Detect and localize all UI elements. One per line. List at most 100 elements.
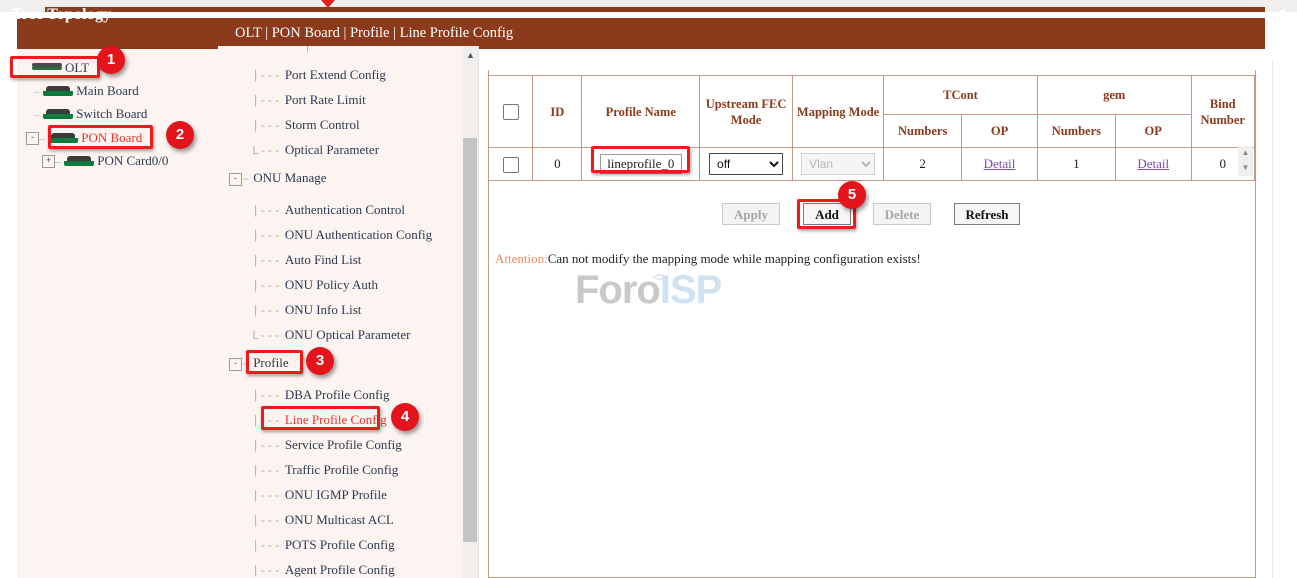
row-gem-op-cell: Detail — [1115, 148, 1191, 181]
nav-expander-minus-icon[interactable]: - — [229, 358, 242, 371]
refresh-button[interactable]: Refresh — [954, 203, 1020, 225]
navigation-panel: | |---Port Extend Config |---Port Rate L… — [218, 46, 478, 578]
annotation-box-profile — [246, 350, 303, 374]
table-header-row-top: ID Profile Name Upstream FEC Mode Mappin… — [489, 76, 1255, 115]
row-tcont-numbers: 2 — [884, 148, 962, 181]
attention-text: Can not modify the mapping mode while ma… — [548, 251, 921, 266]
nav-item-label: POTS Profile Config — [285, 537, 395, 552]
row-scroll-down-arrow-icon[interactable]: ▼ — [1238, 161, 1253, 176]
tree-branch-dash: – — [39, 131, 45, 146]
nav-expander-minus-icon[interactable]: - — [229, 173, 242, 186]
tcont-numbers-header: Numbers — [884, 115, 962, 148]
tree-node-label: Switch Board — [76, 106, 147, 121]
nav-branch-tick: |--- — [252, 514, 281, 528]
nav-item-dba-profile-config[interactable]: |--- DBA Profile Config — [252, 387, 390, 403]
nav-item-port-rate-limit[interactable]: |---Port Rate Limit — [252, 92, 366, 108]
watermark-part-2: ISP — [660, 268, 721, 312]
nav-group-onu-manage[interactable]: -–ONU Manage — [229, 170, 327, 186]
tree-branch-dash: – — [34, 107, 40, 122]
bind-number-header: Bind Number — [1191, 76, 1254, 148]
nav-branch-tick: |--- — [252, 389, 281, 403]
nav-item-onu-optical-parameter[interactable]: L--- ONU Optical Parameter — [252, 327, 410, 343]
collapse-left-arrow-icon[interactable] — [1273, 8, 1285, 24]
attention-message: Attention:Can not modify the mapping mod… — [495, 251, 921, 267]
tree-expander-minus-icon[interactable]: - — [26, 132, 39, 145]
nav-item-label: ONU Manage — [253, 170, 326, 185]
nav-item-pots-profile-config[interactable]: |--- POTS Profile Config — [252, 537, 395, 553]
nav-item-onu-igmp-profile[interactable]: |---ONU IGMP Profile — [252, 487, 387, 503]
nav-scrollbar-thumb[interactable] — [463, 138, 477, 542]
nav-branch-tick: |--- — [252, 539, 281, 553]
annotation-box-line-profile-config — [261, 406, 380, 430]
nav-item-label: ONU Optical Parameter — [285, 327, 411, 342]
nav-panel-divider — [478, 46, 479, 578]
foroisp-watermark: ForoISP — [575, 268, 721, 313]
id-header: ID — [533, 76, 582, 148]
tree-branch-dash: – — [34, 84, 40, 99]
row-checkbox[interactable] — [503, 157, 519, 173]
row-gem-numbers: 1 — [1037, 148, 1115, 181]
nav-item-onu-multicast-acl[interactable]: |--- ONU Multicast ACL — [252, 512, 394, 528]
nav-item-label: ONU Multicast ACL — [285, 512, 394, 527]
board-device-icon — [43, 86, 73, 97]
nav-item-label: Optical Parameter — [285, 142, 379, 157]
nav-branch-tick: |--- — [252, 94, 281, 108]
nav-item-onu-policy-auth[interactable]: |--- ONU Policy Auth — [252, 277, 378, 293]
nav-item-label: ONU Info List — [285, 302, 362, 317]
nav-item-auto-find-list[interactable]: |---Auto Find List — [252, 252, 361, 268]
nav-item-port-extend-config[interactable]: |---Port Extend Config — [252, 67, 386, 83]
nav-item-traffic-profile-config[interactable]: |---Traffic Profile Config — [252, 462, 398, 478]
attention-prefix: Attention: — [495, 251, 548, 266]
tcont-op-header: OP — [962, 115, 1038, 148]
nav-branch-tick: |--- — [252, 304, 281, 318]
mapping-mode-header: Mapping Mode — [793, 76, 884, 148]
nav-item-optical-parameter[interactable]: L---Optical Parameter — [252, 142, 379, 158]
nav-item-label: Auto Find List — [285, 252, 362, 267]
upstream-fec-mode-select[interactable]: off — [709, 153, 783, 175]
tree-branch-dash: – — [55, 154, 61, 169]
content-right-rule — [1272, 60, 1273, 578]
nav-branch-tick: L--- — [252, 329, 281, 343]
nav-branch-tick: |--- — [252, 279, 281, 293]
profile-name-header: Profile Name — [582, 76, 700, 148]
nav-item-label: DBA Profile Config — [285, 387, 390, 402]
annotation-badge-4: 4 — [391, 403, 419, 431]
nav-item-authentication-control[interactable]: |---Authentication Control — [252, 202, 405, 218]
nav-branch-tick: |--- — [252, 564, 281, 578]
tree-topology-panel — [17, 18, 218, 578]
select-all-checkbox-header — [489, 76, 533, 148]
tree-node-pon-card00[interactable]: +– PON Card0/0 — [42, 152, 168, 169]
tcont-header: TCont — [884, 76, 1038, 115]
nav-branch-tick: |--- — [252, 439, 281, 453]
tcont-detail-link[interactable]: Detail — [984, 156, 1016, 171]
table-row-scrollbar[interactable]: ▲ ▼ — [1238, 146, 1253, 176]
row-scroll-up-arrow-icon[interactable]: ▲ — [1238, 146, 1253, 161]
row-id: 0 — [533, 148, 582, 181]
nav-branch-tick: |--- — [252, 119, 281, 133]
tree-node-switch-board[interactable]: – Switch Board — [34, 105, 147, 122]
nav-item-storm-control[interactable]: |---Storm Control — [252, 117, 360, 133]
gem-detail-link[interactable]: Detail — [1137, 156, 1169, 171]
delete-button: Delete — [873, 203, 931, 225]
nav-branch-tick: |--- — [252, 204, 281, 218]
apply-button: Apply — [722, 203, 780, 225]
nav-item-service-profile-config[interactable]: |--- Service Profile Config — [252, 437, 402, 453]
mapping-mode-select: Vlan — [801, 153, 875, 175]
nav-item-label: ONU Policy Auth — [285, 277, 378, 292]
nav-item-onu-authentication-config[interactable]: |---ONU Authentication Config — [252, 227, 432, 243]
down-triangle-marker-icon — [321, 0, 335, 8]
gem-numbers-header: Numbers — [1037, 115, 1115, 148]
nav-item-onu-info-list[interactable]: |--- ONU Info List — [252, 302, 361, 318]
nav-item-agent-profile-config[interactable]: |---Agent Profile Config — [252, 562, 395, 578]
select-all-checkbox[interactable] — [503, 104, 519, 120]
tree-node-main-board[interactable]: – Main Board — [34, 82, 139, 99]
nav-item-clipped[interactable]: | — [304, 46, 315, 54]
nav-branch-tick: | — [304, 46, 311, 54]
board-device-icon — [64, 156, 94, 167]
scroll-up-arrow-icon[interactable]: ▲ — [463, 48, 478, 63]
nav-item-label: Traffic Profile Config — [285, 462, 398, 477]
annotation-badge-2: 2 — [166, 121, 194, 149]
tree-expander-plus-icon[interactable]: + — [42, 155, 55, 168]
watermark-part-1: Foro — [575, 268, 660, 312]
nav-item-label: Service Profile Config — [285, 437, 402, 452]
